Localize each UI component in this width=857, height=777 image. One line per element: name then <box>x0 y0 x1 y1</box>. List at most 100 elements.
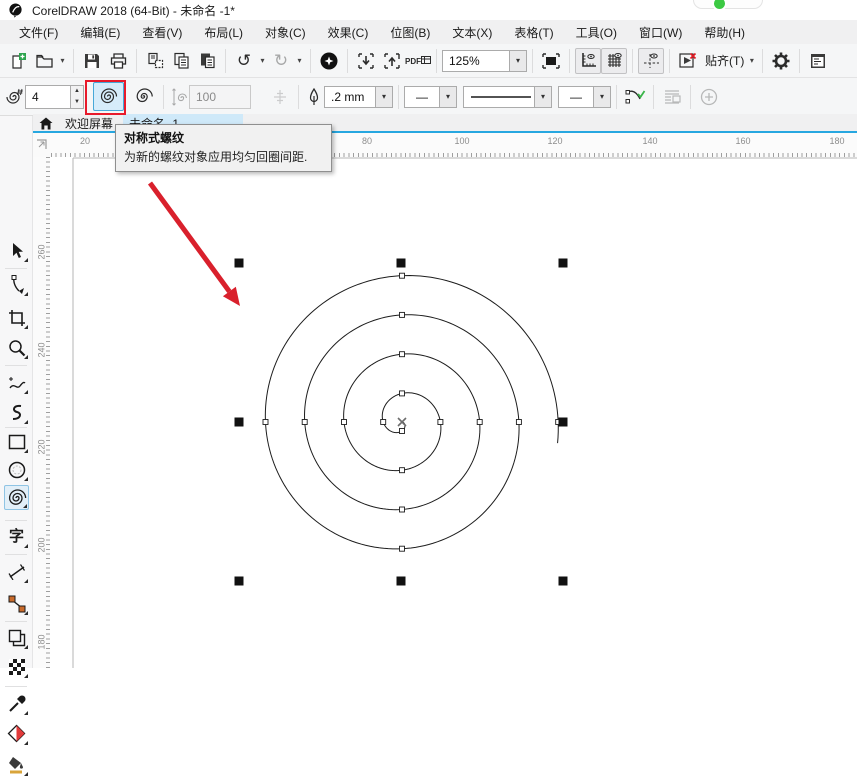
selection-handle[interactable] <box>397 577 406 586</box>
selection-handle[interactable] <box>235 259 244 268</box>
text-tool[interactable]: 字 <box>4 524 29 549</box>
spiral-node[interactable] <box>400 507 405 512</box>
spiral-node[interactable] <box>400 429 405 434</box>
new-document-button[interactable] <box>5 48 31 74</box>
snap-off-button[interactable] <box>675 48 701 74</box>
menu-file[interactable]: 文件(F) <box>8 20 69 45</box>
menu-window[interactable]: 窗口(W) <box>628 20 693 45</box>
save-button[interactable] <box>79 48 105 74</box>
line-style-field[interactable] <box>463 86 535 108</box>
spiral-revolutions-input[interactable]: 4 <box>25 85 71 109</box>
open-dropdown[interactable]: ▾ <box>57 48 68 74</box>
transparency-tool[interactable] <box>4 654 29 679</box>
redo-button[interactable]: ↻ <box>268 48 294 74</box>
interactive-fill-tool[interactable] <box>4 721 29 746</box>
menu-edit[interactable]: 编辑(E) <box>69 20 131 45</box>
spiral-node[interactable] <box>400 468 405 473</box>
spiral-node[interactable] <box>477 420 482 425</box>
close-curve-button[interactable] <box>622 84 648 110</box>
freehand-tool[interactable] <box>4 370 29 395</box>
menu-table[interactable]: 表格(T) <box>503 20 564 45</box>
fullscreen-preview-button[interactable] <box>538 48 564 74</box>
selection-handle[interactable] <box>559 577 568 586</box>
outline-width-dropdown[interactable]: ▾ <box>376 86 393 108</box>
copy-button[interactable] <box>168 48 194 74</box>
selection-handle[interactable] <box>559 418 568 427</box>
spiral-node[interactable] <box>381 420 386 425</box>
spiral-node[interactable] <box>400 546 405 551</box>
menu-text[interactable]: 文本(X) <box>441 20 503 45</box>
export-button[interactable] <box>379 48 405 74</box>
end-arrowhead-dropdown[interactable]: ▾ <box>594 86 611 108</box>
line-style-dropdown[interactable]: ▾ <box>535 86 552 108</box>
wrap-text-button[interactable] <box>659 84 685 110</box>
ruler-origin-corner[interactable] <box>33 133 50 157</box>
end-arrowhead-field[interactable]: — <box>558 86 594 108</box>
crop-tool[interactable] <box>4 305 29 330</box>
cut-button[interactable] <box>142 48 168 74</box>
zoom-level-dropdown[interactable]: ▾ <box>510 50 527 72</box>
zoom-level-field[interactable]: 125% <box>442 50 510 72</box>
object-center-mark[interactable] <box>398 418 406 426</box>
selection-handle[interactable] <box>397 259 406 268</box>
options-button[interactable] <box>768 48 794 74</box>
ellipse-tool[interactable] <box>4 457 29 482</box>
smart-fill-tool[interactable] <box>4 752 29 777</box>
undo-dropdown[interactable]: ▾ <box>257 48 268 74</box>
add-preset-button[interactable] <box>696 84 722 110</box>
eyedropper-tool[interactable] <box>4 691 29 716</box>
show-guidelines-toggle[interactable] <box>638 48 664 74</box>
drop-shadow-tool[interactable] <box>4 625 29 650</box>
drawing-canvas[interactable] <box>50 157 857 668</box>
redo-dropdown[interactable]: ▾ <box>294 48 305 74</box>
spiral-node[interactable] <box>400 273 405 278</box>
launch-panel-button[interactable] <box>805 48 831 74</box>
shape-tool[interactable] <box>4 272 29 297</box>
start-arrowhead-dropdown[interactable]: ▾ <box>440 86 457 108</box>
paste-button[interactable] <box>194 48 220 74</box>
menu-effects[interactable]: 效果(C) <box>317 20 380 45</box>
spin-up-icon[interactable]: ▲ <box>71 86 83 97</box>
menu-bitmaps[interactable]: 位图(B) <box>379 20 441 45</box>
spiral-path[interactable] <box>265 276 558 549</box>
show-grid-toggle[interactable] <box>601 48 627 74</box>
connector-tool[interactable] <box>4 591 29 616</box>
menu-view[interactable]: 查看(V) <box>131 20 193 45</box>
menu-help[interactable]: 帮助(H) <box>693 20 756 45</box>
start-arrowhead-field[interactable]: — <box>404 86 440 108</box>
artistic-media-tool[interactable] <box>4 400 29 425</box>
open-button[interactable] <box>31 48 57 74</box>
spin-down-icon[interactable]: ▼ <box>71 97 83 108</box>
outline-width-field[interactable]: .2 mm <box>324 86 376 108</box>
menu-object[interactable]: 对象(C) <box>254 20 317 45</box>
spiral-node[interactable] <box>342 420 347 425</box>
snap-to-dropdown[interactable]: ▾ <box>746 48 757 74</box>
vertical-ruler[interactable]: 260240220200180 <box>33 157 50 668</box>
selection-handle[interactable] <box>559 259 568 268</box>
pick-tool[interactable] <box>4 238 29 263</box>
dimension-tool[interactable] <box>4 559 29 584</box>
snap-to-label[interactable]: 贴齐(T) <box>705 52 744 69</box>
undo-button[interactable]: ↺ <box>231 48 257 74</box>
canvas-svg[interactable] <box>50 157 857 668</box>
show-rulers-toggle[interactable] <box>575 48 601 74</box>
spiral-node[interactable] <box>400 391 405 396</box>
print-button[interactable] <box>105 48 131 74</box>
spiral-node[interactable] <box>263 420 268 425</box>
logarithmic-spiral-button[interactable] <box>129 82 158 111</box>
import-button[interactable] <box>353 48 379 74</box>
selection-handle[interactable] <box>235 418 244 427</box>
search-content-button[interactable] <box>316 48 342 74</box>
spiral-node[interactable] <box>400 312 405 317</box>
spiral-node[interactable] <box>302 420 307 425</box>
spiral-node[interactable] <box>516 420 521 425</box>
menu-tools[interactable]: 工具(O) <box>565 20 628 45</box>
spiral-node[interactable] <box>438 420 443 425</box>
spiral-node[interactable] <box>400 352 405 357</box>
symmetric-spiral-button[interactable] <box>93 82 124 111</box>
publish-pdf-button[interactable]: PDF <box>405 48 431 74</box>
zoom-tool[interactable] <box>4 335 29 360</box>
selection-handle[interactable] <box>235 577 244 586</box>
menu-layout[interactable]: 布局(L) <box>193 20 254 45</box>
spiral-revolutions-spinner[interactable]: ▲ ▼ <box>71 85 84 109</box>
